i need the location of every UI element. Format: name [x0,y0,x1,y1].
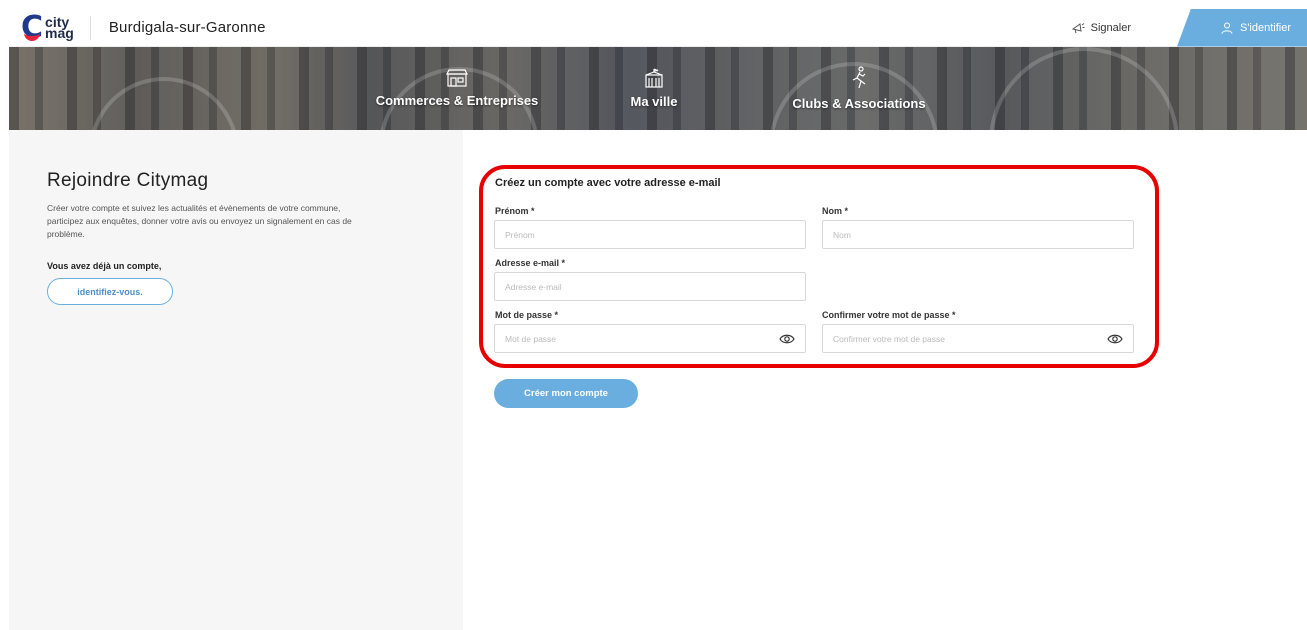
email-placeholder: Adresse e-mail [505,281,562,292]
report-label: Signaler [1090,21,1131,34]
confirm-password-label: Confirmer votre mot de passe * [822,310,956,320]
report-button[interactable]: Signaler [1071,21,1131,35]
eye-icon[interactable] [1107,333,1123,345]
join-description: Créer votre compte et suivez les actuali… [47,203,352,239]
banner: Commerces & Entreprises Ma ville Clubs &… [9,47,1307,130]
join-title: Rejoindre Citymag [47,170,209,191]
nav-label: Clubs & Associations [792,96,926,111]
shop-icon [446,69,468,87]
password-label: Mot de passe * [495,310,559,320]
city-name: Burdigala-sur-Garonne [108,19,266,36]
nav-ma-ville[interactable]: Ma ville [609,47,699,130]
login-button[interactable]: S'identifier [1177,8,1307,47]
firstname-placeholder: Prénom [505,229,535,240]
password-placeholder: Mot de passe [505,333,557,344]
form-title: Créez un compte avec votre adresse e-mai… [495,177,721,189]
user-icon [1221,22,1233,34]
header-divider [89,15,91,40]
citymag-logo[interactable]: C city mag [21,9,74,47]
lastname-label: Nom * [822,206,849,216]
top-header: C city mag Burdigala-sur-Garonne Signale… [9,8,1307,47]
join-panel: Rejoindre Citymag Créer votre compte et … [9,130,463,630]
logo-mark: C [21,9,44,45]
create-account-button[interactable]: Créer mon compte [494,379,638,408]
firstname-label: Prénom * [495,206,535,216]
identify-button[interactable]: identifiez-vous. [47,278,173,305]
already-account-text: Vous avez déjà un compte, [47,261,162,271]
logo-word-mag: mag [45,24,74,41]
nav-label: Commerces & Entreprises [375,93,539,108]
confirm-password-input[interactable]: Confirmer votre mot de passe [822,324,1134,353]
town-hall-icon [645,68,663,88]
nav-commerces[interactable]: Commerces & Entreprises [367,47,547,130]
password-input[interactable]: Mot de passe [494,324,806,353]
eye-icon[interactable] [779,333,795,345]
login-label: S'identifier [1239,21,1291,34]
lastname-input[interactable]: Nom [822,220,1134,249]
page: C city mag Burdigala-sur-Garonne Signale… [0,0,1307,630]
logo-wordmark: city mag [45,15,74,41]
firstname-input[interactable]: Prénom [494,220,806,249]
lastname-placeholder: Nom [833,229,851,240]
nav-label: Ma ville [630,94,678,109]
megaphone-icon [1071,22,1085,33]
nav-clubs[interactable]: Clubs & Associations [781,47,937,130]
runner-icon [852,66,866,89]
confirm-password-placeholder: Confirmer votre mot de passe [833,333,945,344]
banner-arc [89,77,239,130]
banner-arc [989,47,1179,130]
email-input[interactable]: Adresse e-mail [494,272,806,301]
email-label: Adresse e-mail * [495,258,566,268]
